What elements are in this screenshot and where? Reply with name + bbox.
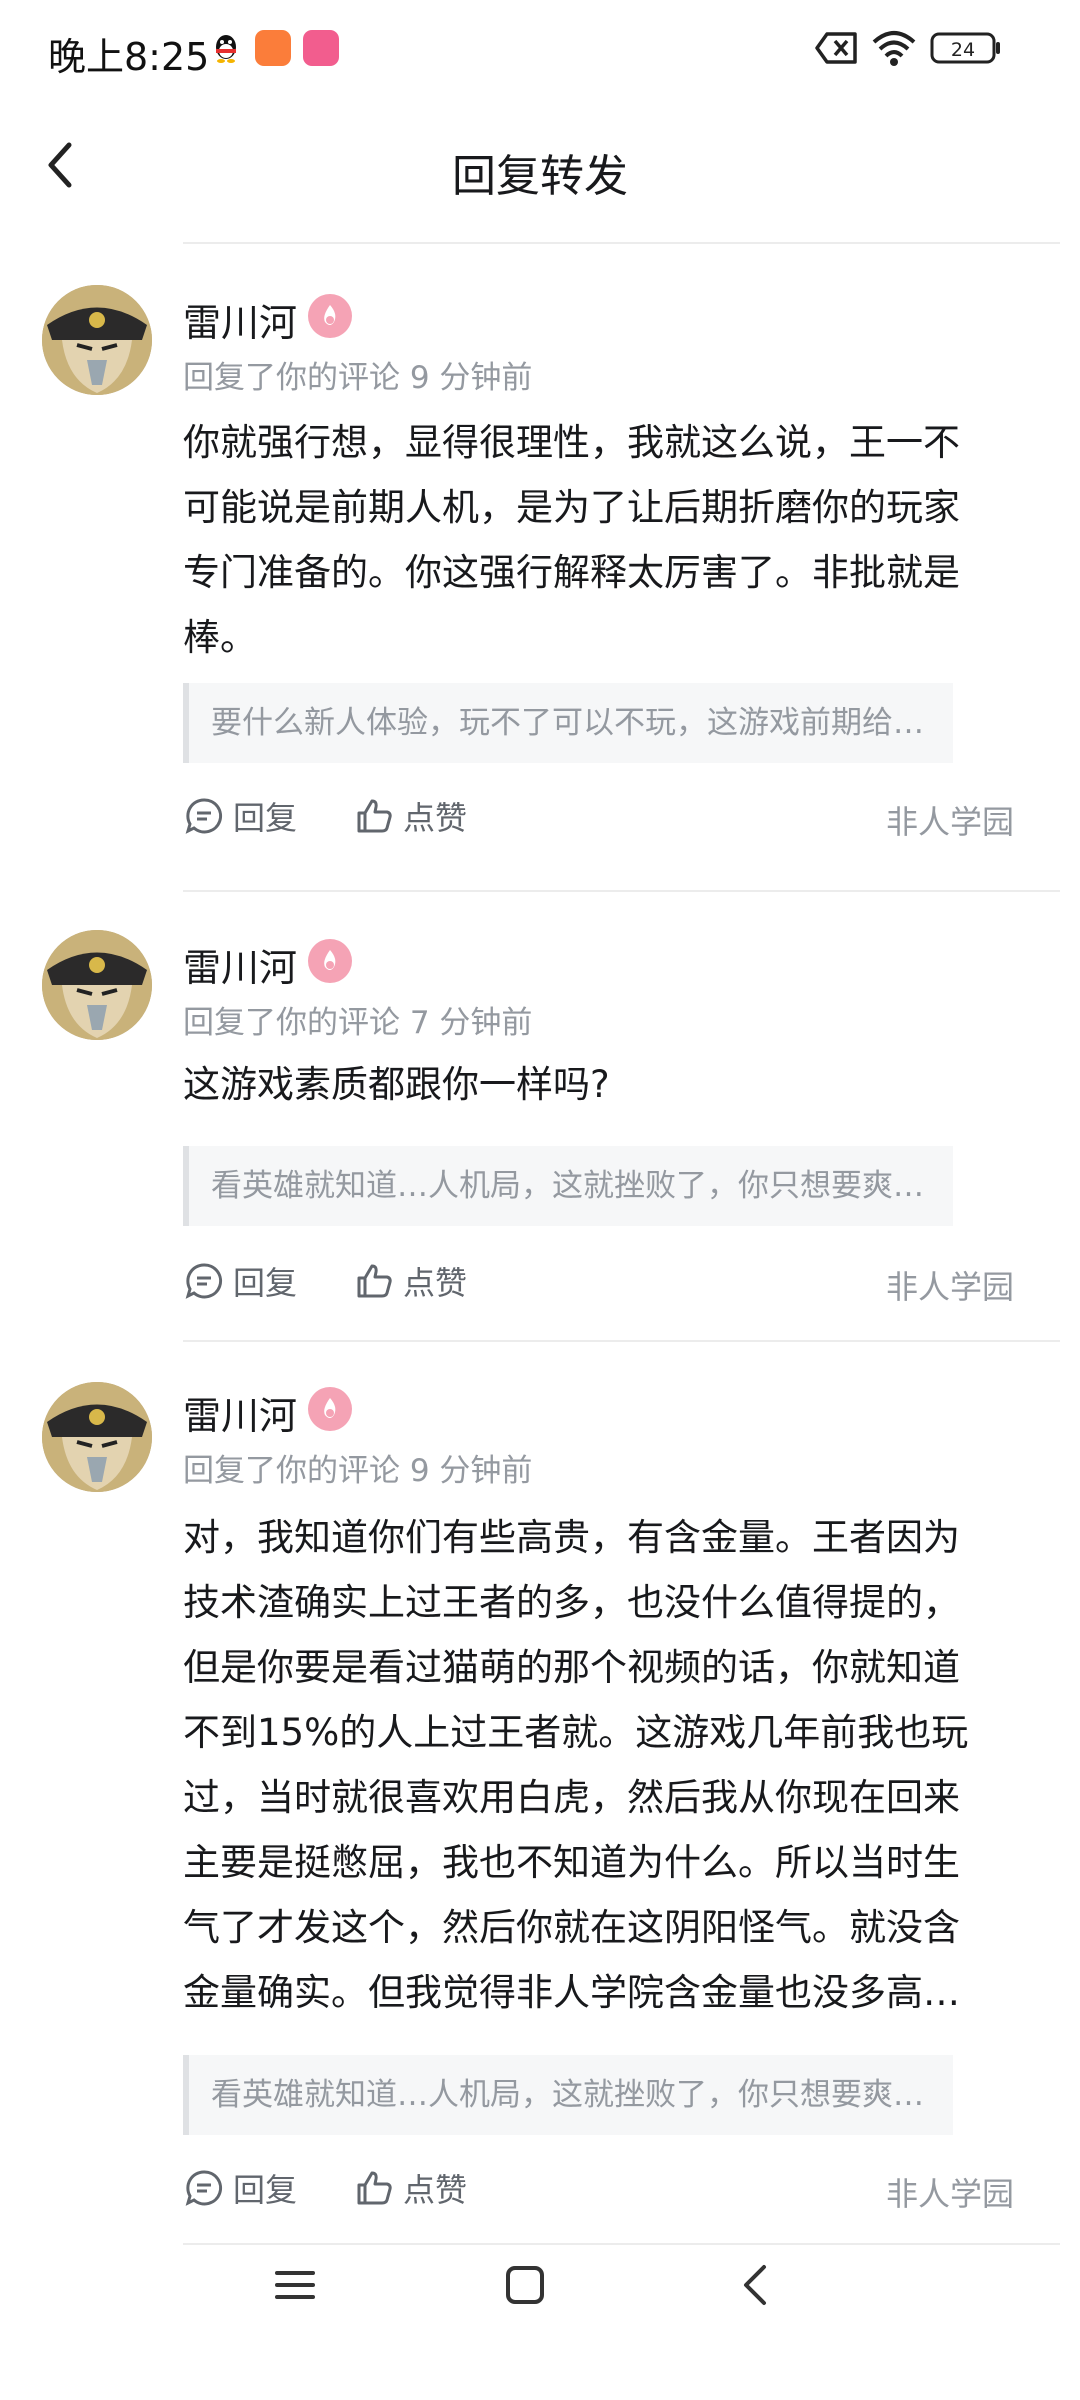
- reply-button[interactable]: 回复: [185, 793, 297, 839]
- content-line: 技术渣确实上过王者的多，也没什么值得提的，: [183, 1581, 960, 1624]
- battery-level: 24: [951, 39, 975, 61]
- divider: [183, 890, 1060, 892]
- source-label[interactable]: 非人学园: [886, 1262, 1014, 1308]
- like-label: 点赞: [403, 799, 468, 837]
- divider: [183, 242, 1060, 244]
- reply-icon: [185, 1263, 223, 1299]
- content-line: 棒。: [183, 616, 257, 659]
- divider: [183, 1340, 1060, 1342]
- content-line: 对，我知道你们有些高贵，有含金量。王者因为: [183, 1516, 960, 1559]
- reply-meta: 回复了你的评论 9 分钟前: [183, 1453, 533, 1489]
- home-icon: [506, 2266, 544, 2304]
- status-bar: 晚上8:25 24: [0, 0, 1080, 100]
- username[interactable]: 雷川河: [183, 1385, 297, 1440]
- reply-meta: 回复了你的评论 7 分钟前: [183, 1005, 533, 1041]
- like-button[interactable]: 点赞: [355, 1258, 467, 1304]
- back-nav-button[interactable]: [720, 2250, 790, 2320]
- battery-icon: 24: [930, 28, 1002, 68]
- home-button[interactable]: [490, 2250, 560, 2320]
- app-icon: [255, 30, 291, 66]
- content-line: 专门准备的。你这强行解释太厉害了。非批就是: [183, 551, 960, 594]
- reply-icon: [185, 2170, 223, 2206]
- thumbs-up-icon: [357, 799, 392, 833]
- reply-label: 回复: [233, 799, 298, 837]
- menu-button[interactable]: [260, 2250, 330, 2320]
- thumbs-up-icon: [357, 1264, 392, 1298]
- content-line: 金量确实。但我觉得非人学院含金量也没多高…: [183, 1971, 960, 2014]
- avatar[interactable]: [42, 285, 152, 395]
- reply-content[interactable]: 对，我知道你们有些高贵，有含金量。王者因为 技术渣确实上过王者的多，也没什么值得…: [183, 1505, 1003, 2025]
- reply-content[interactable]: 这游戏素质都跟你一样吗?: [183, 1052, 1003, 1117]
- source-label[interactable]: 非人学园: [886, 2169, 1014, 2215]
- sim-off-icon: [815, 28, 859, 68]
- status-time: 晚上8:25: [48, 35, 210, 79]
- page-title: 回复转发: [452, 151, 628, 202]
- qq-icon: [208, 30, 244, 66]
- wifi-icon: [870, 28, 918, 68]
- header: 回复转发: [0, 100, 1080, 240]
- reply-meta: 回复了你的评论 9 分钟前: [183, 360, 533, 396]
- avatar[interactable]: [42, 930, 152, 1040]
- menu-icon: [275, 2271, 315, 2299]
- content-line: 气了才发这个，然后你就在这阴阳怪气。就没含: [183, 1906, 960, 1949]
- avatar[interactable]: [42, 1382, 152, 1492]
- content-line: 这游戏素质都跟你一样吗?: [183, 1063, 610, 1106]
- system-nav-bar: [0, 2230, 1080, 2340]
- level-badge-icon: [308, 294, 352, 338]
- quoted-comment[interactable]: 看英雄就知道…人机局，这就挫败了，你只想要爽…: [183, 2055, 953, 2135]
- like-button[interactable]: 点赞: [355, 2165, 467, 2211]
- username[interactable]: 雷川河: [183, 937, 297, 992]
- like-button[interactable]: 点赞: [355, 793, 467, 839]
- quoted-comment[interactable]: 看英雄就知道…人机局，这就挫败了，你只想要爽…: [183, 1146, 953, 1226]
- reply-label: 回复: [233, 2171, 298, 2209]
- content-line: 但是你要是看过猫萌的那个视频的话，你就知道: [183, 1646, 960, 1689]
- reply-button[interactable]: 回复: [185, 2165, 297, 2211]
- content-line: 你就强行想，显得很理性，我就这么说，王一不: [183, 421, 960, 464]
- content-line: 可能说是前期人机，是为了让后期折磨你的玩家: [183, 486, 960, 529]
- bilibili-icon: [303, 30, 339, 66]
- reply-icon: [185, 798, 223, 834]
- level-badge-icon: [308, 1387, 352, 1431]
- reply-content[interactable]: 你就强行想，显得很理性，我就这么说，王一不 可能说是前期人机，是为了让后期折磨你…: [183, 410, 1003, 670]
- quoted-comment[interactable]: 要什么新人体验，玩不了可以不玩，这游戏前期给…: [183, 683, 953, 763]
- back-nav-icon: [744, 2265, 766, 2305]
- source-label[interactable]: 非人学园: [886, 797, 1014, 843]
- level-badge-icon: [308, 939, 352, 983]
- content-line: 主要是挺憋屈，我也不知道为什么。所以当时生: [183, 1841, 960, 1884]
- username[interactable]: 雷川河: [183, 292, 297, 347]
- like-label: 点赞: [403, 1264, 468, 1302]
- content-line: 过，当时就很喜欢用白虎，然后我从你现在回来: [183, 1776, 960, 1819]
- reply-button[interactable]: 回复: [185, 1258, 297, 1304]
- thumbs-up-icon: [357, 2171, 392, 2205]
- content-line: 不到15%的人上过王者就。这游戏几年前我也玩: [183, 1711, 969, 1754]
- like-label: 点赞: [403, 2171, 468, 2209]
- reply-label: 回复: [233, 1264, 298, 1302]
